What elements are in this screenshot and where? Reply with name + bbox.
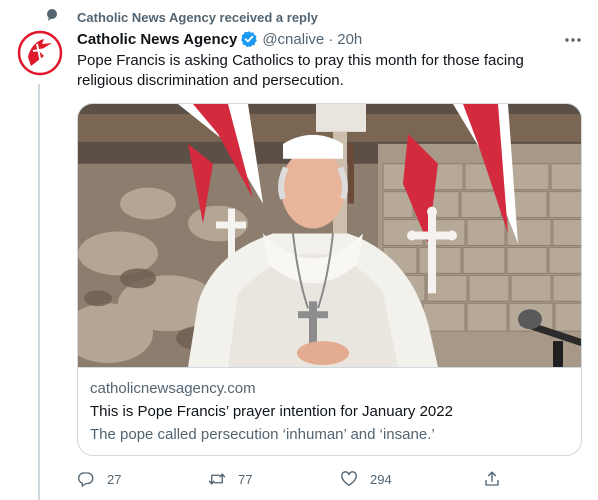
retweet-count: 77: [238, 471, 253, 487]
share-icon: [485, 471, 499, 486]
author-name[interactable]: Catholic News Agency: [77, 31, 237, 48]
author-handle[interactable]: @cnalive: [262, 31, 324, 48]
more-options-icon[interactable]: [563, 30, 583, 50]
avatar[interactable]: [17, 30, 63, 76]
tweet-actions: 27 77 294: [77, 468, 582, 490]
card-title: This is Pope Francis’ prayer intention f…: [90, 403, 453, 420]
timestamp[interactable]: 20h: [337, 31, 362, 48]
thread-line: [38, 84, 40, 500]
tweet-text: Pope Francis is asking Catholics to pray…: [77, 52, 524, 89]
card-domain: catholicnewsagency.com: [90, 380, 256, 397]
social-context-text[interactable]: Catholic News Agency received a reply: [77, 10, 318, 25]
tweet-header: Catholic News Agency @cnalive · 20h: [77, 29, 362, 49]
retweet-button[interactable]: 77: [208, 468, 252, 490]
verified-badge-icon: [241, 31, 258, 48]
share-button[interactable]: [483, 468, 501, 490]
like-button[interactable]: 294: [340, 468, 392, 490]
like-count: 294: [370, 471, 392, 487]
link-card[interactable]: catholicnewsagency.com This is Pope Fran…: [77, 103, 582, 456]
card-image[interactable]: [78, 104, 582, 368]
heart-icon: [341, 471, 357, 487]
reply-icon: [77, 472, 94, 487]
cna-logo-icon: [17, 30, 63, 76]
reply-count: 27: [107, 471, 122, 487]
reply-button[interactable]: 27: [77, 468, 121, 490]
comment-bubble-icon: [47, 9, 57, 21]
separator-dot: ·: [328, 30, 334, 48]
card-description: The pope called persecution ‘inhuman’ an…: [90, 426, 435, 443]
retweet-icon: [208, 473, 226, 485]
